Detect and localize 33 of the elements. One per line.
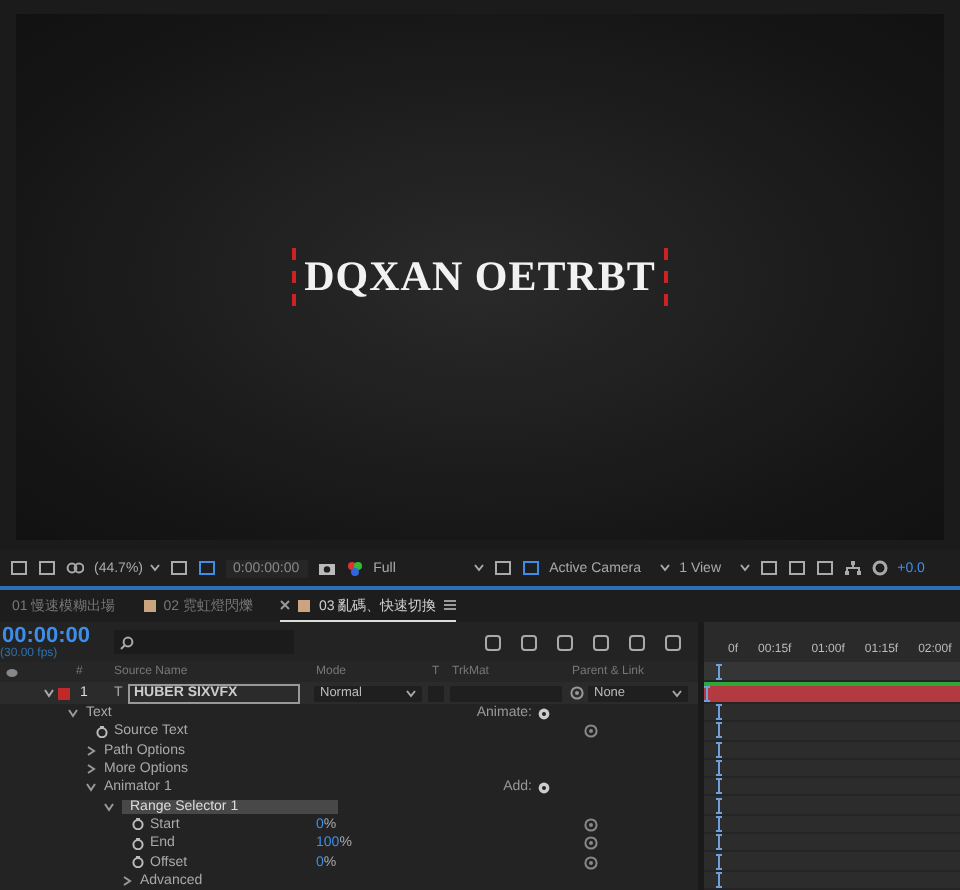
caret-icon <box>672 689 682 697</box>
twirl-icon[interactable] <box>86 782 96 793</box>
stopwatch-icon[interactable] <box>132 818 144 831</box>
label-color-swatch[interactable] <box>58 687 70 699</box>
caret-icon <box>149 564 160 572</box>
stopwatch-icon[interactable] <box>132 856 144 869</box>
twirl-icon[interactable] <box>44 688 54 698</box>
caret-icon <box>473 564 484 572</box>
pick-whip-icon[interactable] <box>570 686 584 700</box>
stopwatch-icon[interactable] <box>96 725 108 738</box>
search-icon <box>120 635 135 649</box>
close-icon[interactable] <box>280 600 291 610</box>
add-icon[interactable] <box>538 707 550 720</box>
playhead-marker-icon <box>704 686 710 702</box>
current-time[interactable]: 00:00:00 <box>2 625 91 647</box>
twirl-icon[interactable] <box>104 801 114 812</box>
twirl-icon[interactable] <box>86 745 96 756</box>
caret-icon <box>659 564 670 572</box>
stopwatch-icon[interactable] <box>132 837 144 850</box>
caret-icon <box>406 689 416 697</box>
twirl-icon[interactable] <box>68 708 78 719</box>
text-layer: DQXAN OETRBT <box>292 248 668 306</box>
add-icon[interactable] <box>538 781 550 794</box>
caret-icon <box>739 564 750 572</box>
search-field[interactable] <box>114 630 295 654</box>
playhead-marker-icon <box>716 663 722 679</box>
flowchart-icon[interactable] <box>843 560 862 576</box>
twirl-icon[interactable] <box>86 764 96 775</box>
camera-icon[interactable] <box>317 560 336 576</box>
channels-icon[interactable] <box>345 560 364 576</box>
twirl-icon[interactable] <box>122 875 132 886</box>
expression-pick-whip-icon[interactable] <box>584 724 598 739</box>
menu-icon[interactable] <box>444 600 457 610</box>
